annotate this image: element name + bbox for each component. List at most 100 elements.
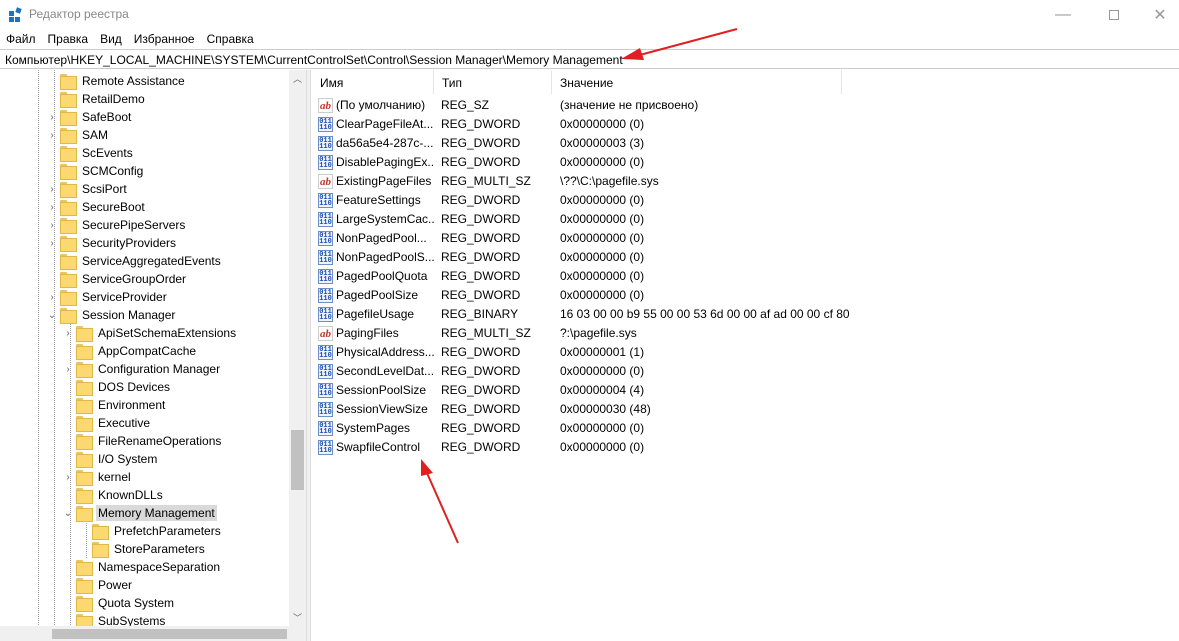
value-name: FeatureSettings (336, 193, 421, 207)
expand-chevron-icon[interactable]: › (62, 324, 74, 342)
value-row[interactable]: 011 110 SwapfileControl REG_DWORD 0x0000000… (312, 438, 842, 457)
value-data: 0x00000001 (1) (560, 345, 645, 359)
value-row[interactable]: ab PagingFiles REG_MULTI_SZ ?:\pagefile.sys (312, 324, 842, 343)
value-row[interactable]: 011 110 da56a5e4-287c-... REG_DWORD 0x00000… (312, 134, 842, 153)
tree-item[interactable]: ScEvents (60, 144, 135, 162)
folder-icon (60, 74, 77, 90)
menu-item-0[interactable]: Файл (0, 30, 42, 48)
value-row[interactable]: 011 110 PagedPoolQuota REG_DWORD 0x00000000… (312, 267, 842, 286)
tree-item-label: FileRenameOperations (98, 434, 222, 448)
tree-item[interactable]: SAM (60, 126, 110, 144)
tree-item[interactable]: SecureBoot (60, 198, 147, 216)
column-name-header[interactable]: Имя (312, 70, 434, 94)
tree-item[interactable]: Executive (76, 414, 152, 432)
collapse-chevron-icon[interactable]: ⌄ (46, 306, 58, 324)
value-row[interactable]: 011 110 FeatureSettings REG_DWORD 0x0000000… (312, 191, 842, 210)
expand-chevron-icon[interactable]: › (62, 468, 74, 486)
tree-item[interactable]: ServiceProvider (60, 288, 169, 306)
scroll-up-icon[interactable]: ︿ (289, 70, 306, 87)
value-row[interactable]: 011 110 SecondLevelDat... REG_DWORD 0x00000… (312, 362, 842, 381)
tree-item[interactable]: SCMConfig (60, 162, 145, 180)
tree-item[interactable]: Configuration Manager (76, 360, 222, 378)
menu-item-1[interactable]: Правка (42, 30, 95, 48)
value-row[interactable]: 011 110 SessionPoolSize REG_DWORD 0x0000000… (312, 381, 842, 400)
value-type: REG_DWORD (441, 193, 521, 207)
expand-chevron-icon[interactable]: › (46, 198, 58, 216)
folder-icon (60, 200, 77, 216)
value-row[interactable]: 011 110 NonPagedPoolS... REG_DWORD 0x000000… (312, 248, 842, 267)
value-name: da56a5e4-287c-... (336, 136, 434, 150)
tree-item[interactable]: SecurePipeServers (60, 216, 187, 234)
tree-item[interactable]: RetailDemo (60, 90, 147, 108)
tree-item[interactable]: Remote Assistance (60, 72, 187, 90)
tree-item[interactable]: PrefetchParameters (92, 522, 223, 540)
menu-item-3[interactable]: Избранное (128, 30, 201, 48)
value-row[interactable]: 011 110 PagefileUsage REG_BINARY 16 03 00 0… (312, 305, 850, 324)
tree-item[interactable]: ServiceGroupOrder (60, 270, 188, 288)
folder-icon (76, 470, 93, 486)
tree-item[interactable]: Memory Management (76, 504, 217, 522)
tree-vertical-scrollbar[interactable]: ︿ ﹀ (289, 70, 306, 626)
value-row[interactable]: 011 110 SystemPages REG_DWORD 0x00000000 (0… (312, 419, 842, 438)
tree-item[interactable]: ServiceAggregatedEvents (60, 252, 223, 270)
expand-chevron-icon[interactable]: › (46, 288, 58, 306)
regedit-app-icon (9, 7, 22, 22)
expand-chevron-icon[interactable]: › (62, 360, 74, 378)
value-name: PagedPoolQuota (336, 269, 428, 283)
value-row[interactable]: 011 110 DisablePagingEx... REG_DWORD 0x0000… (312, 153, 842, 172)
expand-chevron-icon[interactable]: › (46, 126, 58, 144)
tree-item[interactable]: SecurityProviders (60, 234, 178, 252)
value-row[interactable]: ab (По умолчанию) REG_SZ (значение не присв… (312, 96, 842, 115)
scroll-down-icon[interactable]: ﹀ (289, 609, 306, 626)
value-row[interactable]: 011 110 LargeSystemCac... REG_DWORD 0x00000… (312, 210, 842, 229)
pane-splitter[interactable] (306, 70, 311, 641)
tree-item-label: SCMConfig (82, 164, 144, 178)
binary-value-icon: 011 110 (318, 250, 333, 265)
maximize-button[interactable] (1091, 0, 1137, 30)
tree-scroll-thumb[interactable] (291, 430, 304, 490)
tree-item[interactable]: NamespaceSeparation (76, 558, 222, 576)
tree-item[interactable]: DOS Devices (76, 378, 172, 396)
tree-item[interactable]: ScsiPort (60, 180, 129, 198)
tree-item[interactable]: ApiSetSchemaExtensions (76, 324, 238, 342)
tree-item[interactable]: Quota System (76, 594, 176, 612)
address-path[interactable]: Компьютер\HKEY_LOCAL_MACHINE\SYSTEM\Curr… (5, 53, 623, 67)
value-row[interactable]: 011 110 ClearPageFileAt... REG_DWORD 0x0000… (312, 115, 842, 134)
value-row[interactable]: 011 110 NonPagedPool... REG_DWORD 0x0000000… (312, 229, 842, 248)
address-bar[interactable]: Компьютер\HKEY_LOCAL_MACHINE\SYSTEM\Curr… (0, 49, 1179, 69)
tree-hscroll-thumb[interactable] (52, 629, 287, 639)
column-value-header[interactable]: Значение (552, 70, 842, 94)
close-button[interactable]: ✕ (1137, 0, 1179, 30)
folder-icon (60, 308, 77, 324)
value-row[interactable]: 011 110 PagedPoolSize REG_DWORD 0x00000000 … (312, 286, 842, 305)
tree-item[interactable]: FileRenameOperations (76, 432, 223, 450)
values-list: Имя Тип Значение ab (По умолчанию) REG_SZ(… (312, 70, 1179, 641)
value-row[interactable]: 011 110 PhysicalAddress... REG_DWORD 0x0000… (312, 343, 842, 362)
value-row[interactable]: 011 110 SessionViewSize REG_DWORD 0x0000003… (312, 400, 842, 419)
tree-item[interactable]: I/O System (76, 450, 159, 468)
menu-item-2[interactable]: Вид (94, 30, 128, 48)
collapse-chevron-icon[interactable]: ⌄ (62, 504, 74, 522)
value-name: NonPagedPool... (336, 231, 427, 245)
tree-item[interactable]: SafeBoot (60, 108, 133, 126)
folder-icon (60, 110, 77, 126)
value-data: 0x00000000 (0) (560, 231, 645, 245)
folder-icon (76, 344, 93, 360)
tree-item[interactable]: KnownDLLs (76, 486, 165, 504)
expand-chevron-icon[interactable]: › (46, 216, 58, 234)
tree-horizontal-scrollbar[interactable] (0, 626, 306, 641)
expand-chevron-icon[interactable]: › (46, 108, 58, 126)
tree-item[interactable]: AppCompatCache (76, 342, 198, 360)
menu-item-4[interactable]: Справка (201, 30, 260, 48)
expand-chevron-icon[interactable]: › (46, 180, 58, 198)
column-type-header[interactable]: Тип (434, 70, 552, 94)
expand-chevron-icon[interactable]: › (46, 234, 58, 252)
tree-item[interactable]: Session Manager (60, 306, 177, 324)
tree-item[interactable]: Environment (76, 396, 167, 414)
tree-item[interactable]: Power (76, 576, 134, 594)
value-row[interactable]: ab ExistingPageFiles REG_MULTI_SZ \??\C:\pa… (312, 172, 842, 191)
value-data: 16 03 00 00 b9 55 00 00 53 6d 00 00 af a… (560, 307, 850, 321)
minimize-button[interactable]: — (1040, 0, 1086, 30)
tree-item[interactable]: kernel (76, 468, 133, 486)
tree-item[interactable]: StoreParameters (92, 540, 207, 558)
